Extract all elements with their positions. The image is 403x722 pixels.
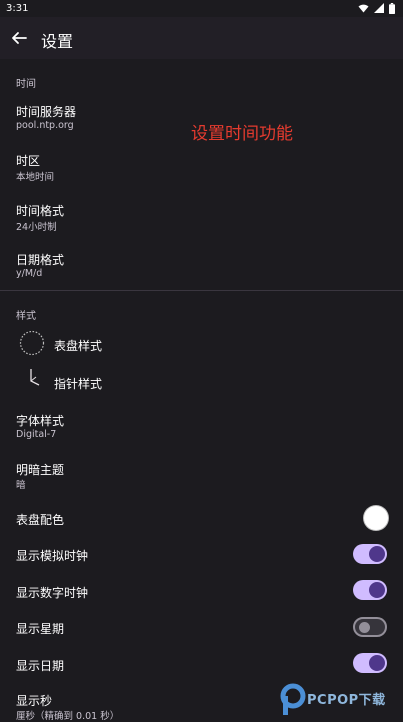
clock-hand-icon (30, 369, 40, 386)
setting-value: 本地时间 (16, 172, 55, 183)
watermark-text: PCPOP下载 (307, 693, 386, 708)
page-title: 设置 (41, 32, 74, 51)
overlay-caption: 设置时间功能 (191, 124, 293, 144)
setting-title: 时间服务器 (16, 105, 77, 119)
toggle-switch[interactable] (353, 544, 387, 564)
setting-title: 时区 (16, 154, 41, 168)
cellular-signal-icon (374, 3, 384, 13)
setting-title: 显示秒 (16, 694, 53, 708)
setting-title: 显示日期 (16, 659, 65, 673)
setting-value: 暗 (16, 480, 26, 491)
setting-title: 时间格式 (16, 204, 65, 218)
toggle-switch[interactable] (353, 653, 387, 673)
dial-style-icon (19, 330, 45, 356)
setting-value: pool.ntp.org (16, 120, 74, 131)
setting-title: 显示数字时钟 (16, 586, 89, 600)
setting-title: 明暗主题 (16, 463, 65, 477)
setting-value: y/M/d (16, 268, 43, 279)
setting-title: 日期格式 (16, 253, 65, 267)
setting-title: 显示模拟时钟 (16, 549, 89, 563)
watermark: PCPOP下载 (278, 683, 400, 718)
setting-title: 显示星期 (16, 622, 65, 636)
setting-title: 表盘配色 (16, 513, 65, 527)
status-icons (358, 2, 395, 14)
status-time: 3:31 (6, 3, 29, 14)
switch-thumb (369, 582, 385, 598)
section-header-style: 样式 (16, 311, 36, 322)
switch-thumb (369, 655, 385, 671)
pcpop-logo-icon (280, 683, 306, 715)
switch-thumb (369, 546, 385, 562)
setting-title: 表盘样式 (54, 339, 103, 353)
setting-value: Digital-7 (16, 429, 57, 440)
setting-title: 字体样式 (16, 414, 65, 428)
battery-icon (389, 2, 395, 14)
toggle-switch[interactable] (353, 580, 387, 600)
section-divider (0, 290, 403, 291)
setting-value: 24小时制 (16, 222, 57, 233)
switch-thumb (359, 621, 370, 633)
wifi-icon (358, 4, 369, 12)
app-bar: 设置 (0, 17, 403, 59)
section-header-time: 时间 (16, 79, 36, 90)
toggle-switch[interactable] (353, 617, 387, 637)
status-bar: 3:31 (0, 0, 403, 17)
setting-title: 指针样式 (54, 377, 103, 391)
dial-color-swatch[interactable] (364, 506, 388, 530)
back-arrow-icon[interactable] (10, 29, 28, 47)
